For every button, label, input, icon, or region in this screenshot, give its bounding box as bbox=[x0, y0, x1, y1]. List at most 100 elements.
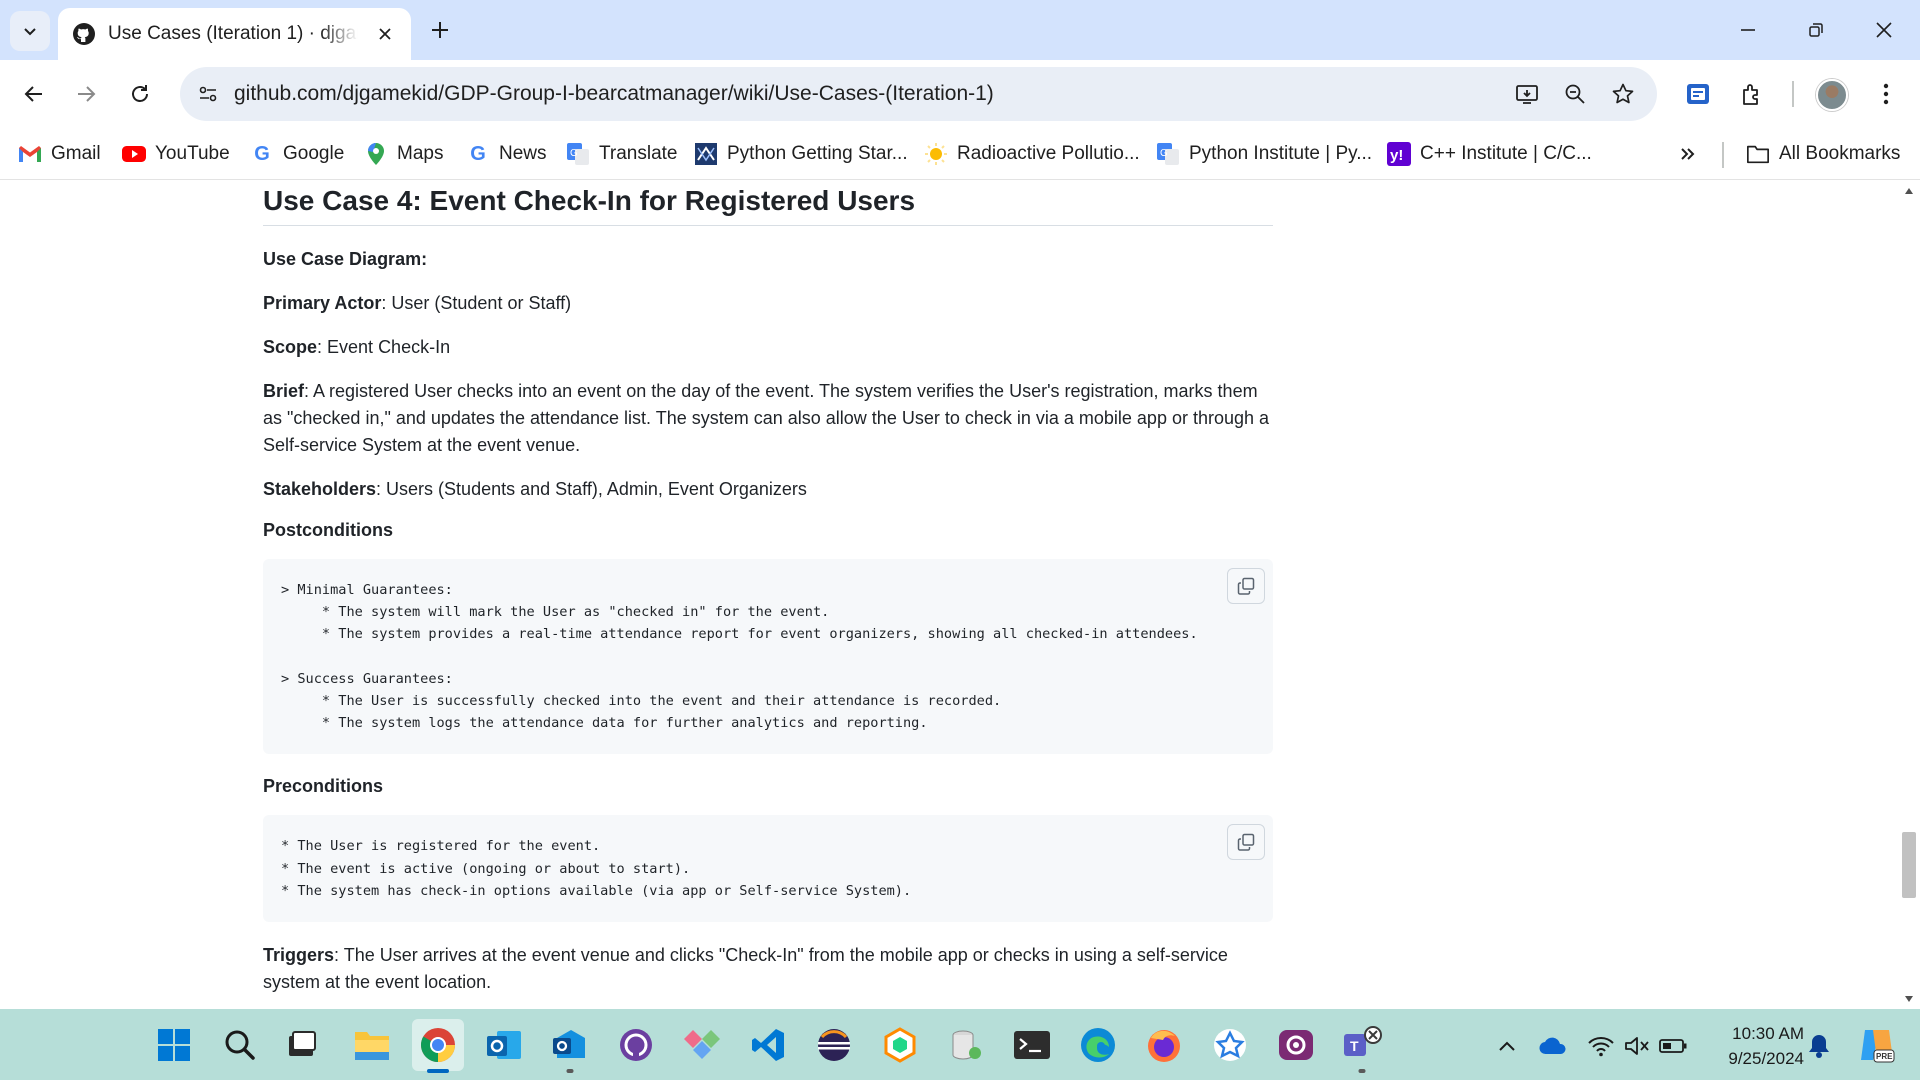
scrollbar-thumb[interactable] bbox=[1902, 832, 1916, 898]
taskbar-chrome[interactable] bbox=[412, 1019, 464, 1073]
taskbar-terminal[interactable] bbox=[1006, 1019, 1058, 1071]
bookmark-google[interactable]: G Google bbox=[250, 138, 344, 170]
python-icon bbox=[694, 142, 718, 166]
database-icon bbox=[952, 1030, 981, 1060]
notifications-tray[interactable] bbox=[1804, 1031, 1834, 1061]
reload-icon bbox=[132, 85, 148, 102]
start-button[interactable] bbox=[148, 1019, 200, 1071]
bookmark-python-getting-started[interactable]: Python Getting Star... bbox=[694, 138, 908, 170]
translate-icon: G bbox=[1156, 142, 1180, 166]
copy-icon bbox=[1237, 834, 1255, 852]
taskbar-outlook-classic[interactable] bbox=[478, 1019, 530, 1071]
taskbar-vscode[interactable] bbox=[742, 1019, 794, 1071]
taskbar-github-desktop[interactable] bbox=[610, 1019, 662, 1071]
restore-button[interactable] bbox=[1792, 8, 1840, 52]
hexagon-box-icon bbox=[884, 1027, 916, 1063]
reload-button[interactable] bbox=[120, 74, 160, 114]
search-icon bbox=[225, 1030, 255, 1060]
new-tab-button[interactable] bbox=[424, 14, 456, 46]
battery-icon bbox=[1659, 1039, 1687, 1053]
close-tab-icon[interactable] bbox=[373, 22, 397, 46]
clock-time: 10:30 AM bbox=[1732, 1024, 1804, 1043]
preconditions-label: Preconditions bbox=[263, 776, 384, 797]
onedrive-tray[interactable] bbox=[1538, 1031, 1568, 1061]
taskbar-copilot-app[interactable] bbox=[676, 1019, 728, 1071]
copy-button[interactable] bbox=[1227, 568, 1265, 604]
back-button[interactable] bbox=[14, 74, 54, 114]
taskbar-database-tool[interactable] bbox=[940, 1019, 992, 1071]
scroll-up-arrow-icon[interactable] bbox=[1904, 187, 1914, 195]
reading-list-icon[interactable] bbox=[1678, 74, 1718, 114]
extensions-icon[interactable] bbox=[1732, 74, 1772, 114]
bookmark-cpp-institute[interactable]: y! C++ Institute | C/C... bbox=[1387, 138, 1592, 170]
active-tab[interactable]: Use Cases (Iteration 1) · djgamekid/GDP-… bbox=[58, 8, 411, 60]
install-app-icon[interactable] bbox=[1507, 74, 1547, 114]
bookmark-news[interactable]: G News bbox=[466, 138, 546, 170]
taskbar-teams[interactable]: T bbox=[1336, 1019, 1388, 1073]
zoom-icon[interactable] bbox=[1555, 74, 1595, 114]
volume-tray[interactable] bbox=[1622, 1031, 1652, 1061]
eclipse-icon bbox=[818, 1029, 850, 1061]
more-menu-icon[interactable] bbox=[1866, 74, 1906, 114]
tab-search-button[interactable] bbox=[10, 11, 50, 51]
chevron-double-right-icon bbox=[1676, 142, 1700, 166]
site-info-icon[interactable] bbox=[188, 74, 228, 114]
copilot-icon: PRE bbox=[1861, 1030, 1895, 1063]
svg-text:PRE: PRE bbox=[1876, 1052, 1893, 1061]
page-title: Use Case 4: Event Check-In for Registere… bbox=[263, 181, 1273, 226]
scope-label: Scope bbox=[263, 337, 318, 357]
taskbar-task-view[interactable] bbox=[276, 1019, 328, 1071]
scroll-down-arrow-icon[interactable] bbox=[1904, 995, 1914, 1003]
minimize-button[interactable] bbox=[1724, 8, 1772, 52]
wiki-article: Use Case 4: Event Check-In for Registere… bbox=[263, 181, 1273, 996]
bookmark-gmail[interactable]: Gmail bbox=[18, 138, 101, 170]
wifi-icon bbox=[1588, 1037, 1614, 1057]
taskbar-obs[interactable] bbox=[1270, 1019, 1322, 1071]
bookmark-translate[interactable]: G Translate bbox=[566, 138, 678, 170]
bookmarks-overflow-button[interactable] bbox=[1676, 138, 1700, 170]
teams-icon: T bbox=[1344, 1026, 1382, 1056]
obs-icon bbox=[1279, 1030, 1313, 1060]
close-window-button[interactable] bbox=[1860, 8, 1908, 52]
svg-text:y!: y! bbox=[1390, 147, 1403, 164]
taskbar-firefox[interactable] bbox=[1138, 1019, 1190, 1071]
copy-button[interactable] bbox=[1227, 824, 1265, 861]
brief-label: Brief bbox=[263, 381, 305, 401]
taskbar-anki[interactable] bbox=[1204, 1019, 1256, 1071]
svg-text:G: G bbox=[570, 148, 578, 159]
translate-icon: G bbox=[566, 142, 590, 166]
show-hidden-icons[interactable] bbox=[1492, 1031, 1522, 1061]
taskbar-outlook-new[interactable] bbox=[544, 1019, 596, 1073]
cloud-icon bbox=[1539, 1037, 1566, 1055]
page-scrollbar[interactable] bbox=[1898, 181, 1920, 1009]
tab-strip: Use Cases (Iteration 1) · djgamekid/GDP-… bbox=[0, 0, 1920, 60]
scope-value: : Event Check-In bbox=[317, 337, 451, 357]
taskbar-file-explorer[interactable] bbox=[346, 1019, 398, 1071]
bookmark-python-institute[interactable]: G Python Institute | Py... bbox=[1156, 138, 1372, 170]
bookmark-youtube[interactable]: YouTube bbox=[122, 138, 230, 170]
battery-tray[interactable] bbox=[1658, 1031, 1688, 1061]
gem-icon bbox=[684, 1030, 720, 1059]
youtube-icon bbox=[122, 142, 146, 166]
copilot-tray[interactable]: PRE bbox=[1856, 1025, 1896, 1065]
bookmark-star-icon[interactable] bbox=[1603, 74, 1643, 114]
windows-taskbar: T 10:30 AM 9/25/2024 PRE bbox=[0, 1009, 1920, 1080]
taskbar-search[interactable] bbox=[214, 1019, 266, 1071]
primary-actor-value: : User (Student or Staff) bbox=[381, 293, 572, 313]
taskbar-clock[interactable]: 10:30 AM 9/25/2024 bbox=[1704, 1021, 1804, 1071]
primary-actor-paragraph: Primary Actor: User (Student or Staff) bbox=[263, 290, 1273, 317]
taskbar-eclipse[interactable] bbox=[808, 1019, 860, 1071]
postconditions-label: Postconditions bbox=[263, 520, 393, 540]
postconditions-code-block: > Minimal Guarantees: * The system will … bbox=[263, 559, 1273, 755]
address-bar[interactable]: github.com/djgamekid/GDP-Group-I-bearcat… bbox=[180, 67, 1657, 121]
network-tray[interactable] bbox=[1586, 1031, 1616, 1061]
forward-button[interactable] bbox=[66, 74, 106, 114]
bookmark-radioactive-pollution[interactable]: Radioactive Pollutio... bbox=[924, 138, 1140, 170]
close-icon bbox=[1876, 22, 1892, 38]
taskbar-edge[interactable] bbox=[1072, 1019, 1124, 1071]
terminal-icon bbox=[1014, 1031, 1050, 1059]
bookmark-maps[interactable]: Maps bbox=[364, 138, 443, 170]
profile-avatar[interactable] bbox=[1816, 79, 1848, 111]
all-bookmarks-button[interactable]: All Bookmarks bbox=[1746, 138, 1900, 170]
taskbar-box-app[interactable] bbox=[874, 1019, 926, 1071]
